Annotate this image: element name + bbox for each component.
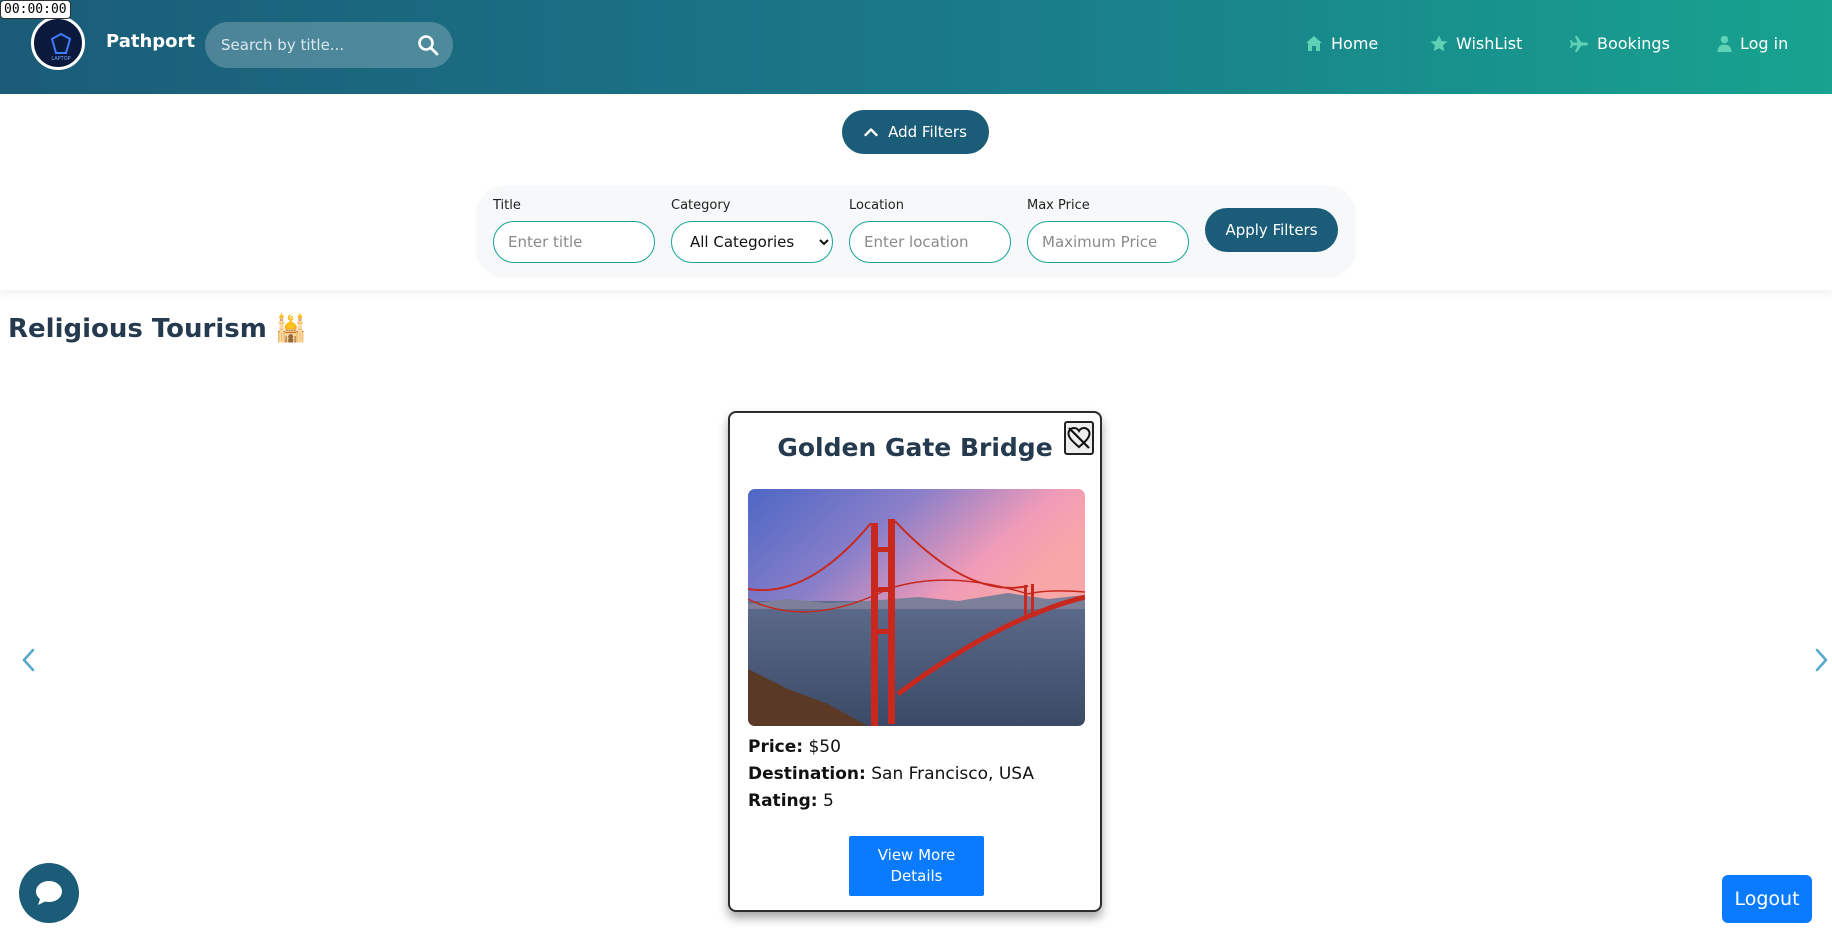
section-title: Religious Tourism 🕌	[8, 314, 307, 344]
logout-button[interactable]: Logout	[1722, 875, 1812, 923]
nav-wishlist-label: WishList	[1456, 34, 1523, 53]
chevron-left-icon	[22, 648, 35, 672]
chevron-up-icon	[864, 123, 878, 141]
rating-label: Rating:	[748, 791, 818, 811]
add-filters-button[interactable]: Add Filters	[842, 110, 989, 154]
site-logo[interactable]: LAPTOP	[31, 16, 85, 70]
home-icon	[1305, 35, 1323, 52]
plane-icon	[1569, 35, 1589, 53]
price-filter-label: Max Price	[1027, 198, 1090, 213]
chevron-right-icon	[1815, 648, 1828, 672]
carousel-next-button[interactable]	[1814, 646, 1830, 681]
price-value: $50	[808, 737, 841, 757]
timer-display: 00:00:00	[0, 0, 71, 19]
svg-text:LAPTOP: LAPTOP	[51, 56, 70, 62]
nav-home[interactable]: Home	[1305, 34, 1378, 53]
category-filter-label: Category	[671, 198, 731, 213]
heart-crossed-icon	[1067, 426, 1091, 449]
search-input[interactable]	[221, 33, 406, 57]
nav-bookings-label: Bookings	[1597, 34, 1670, 53]
card-image	[748, 489, 1085, 726]
chat-bubble-icon	[36, 881, 62, 905]
wishlist-toggle-button[interactable]	[1064, 421, 1094, 455]
title-input[interactable]	[493, 221, 655, 263]
title-filter: Title	[493, 198, 655, 263]
destination-value: San Francisco, USA	[871, 764, 1035, 784]
nav-wishlist[interactable]: WishList	[1430, 34, 1522, 53]
filter-panel: Title Category All Categories Location M…	[478, 186, 1354, 274]
rating-value: 5	[823, 791, 834, 811]
destination-row: Destination: San Francisco, USA	[748, 764, 1034, 784]
star-icon	[1430, 35, 1448, 52]
nav-login[interactable]: Log in	[1717, 34, 1788, 53]
price-label: Price:	[748, 737, 804, 757]
section-title-text: Religious Tourism	[8, 314, 267, 344]
mosque-emoji: 🕌	[274, 314, 308, 344]
destination-card: Golden Gate Bridge Price: $50 Destinatio…	[728, 411, 1102, 912]
view-more-details-button[interactable]: View More Details	[849, 836, 984, 896]
category-select[interactable]: All Categories	[671, 221, 833, 263]
title-filter-label: Title	[493, 198, 521, 213]
apply-filters-button[interactable]: Apply Filters	[1205, 208, 1338, 252]
user-icon	[1717, 35, 1732, 52]
search-icon[interactable]	[417, 34, 439, 60]
location-filter: Location	[849, 198, 1011, 263]
category-filter: Category All Categories	[671, 198, 833, 263]
card-title: Golden Gate Bridge	[777, 433, 1053, 462]
rating-row: Rating: 5	[748, 791, 834, 811]
price-row: Price: $50	[748, 737, 841, 757]
top-navbar: LAPTOP Pathport Home WishList Bookings L…	[0, 0, 1832, 94]
nav-login-label: Log in	[1740, 34, 1789, 53]
search-box	[205, 22, 453, 68]
location-filter-label: Location	[849, 198, 904, 213]
destination-label: Destination:	[748, 764, 866, 784]
location-input[interactable]	[849, 221, 1011, 263]
carousel-prev-button[interactable]	[20, 646, 36, 681]
nav-bookings[interactable]: Bookings	[1569, 34, 1670, 53]
chat-button[interactable]	[19, 863, 79, 923]
nav-home-label: Home	[1331, 34, 1379, 53]
add-filters-label: Add Filters	[888, 123, 967, 141]
max-price-input[interactable]	[1027, 221, 1189, 263]
brand-name[interactable]: Pathport	[106, 31, 195, 52]
price-filter: Max Price	[1027, 198, 1189, 263]
